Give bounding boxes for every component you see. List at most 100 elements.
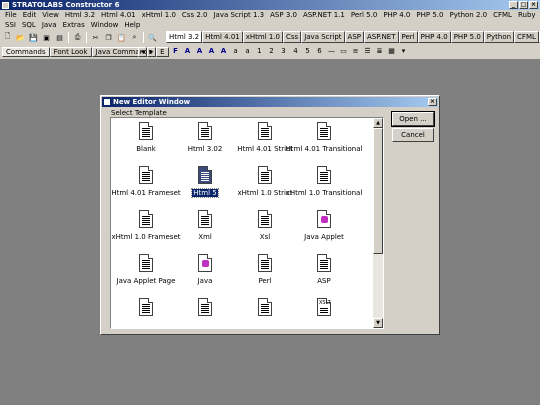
menu-item[interactable]: Css 2.0 bbox=[179, 10, 211, 20]
language-tab[interactable]: ASP.NET bbox=[363, 31, 399, 43]
new-editor-dialog: New Editor Window × Select Template Blan… bbox=[100, 95, 440, 335]
document-icon bbox=[317, 166, 331, 184]
font-bold-button[interactable]: A bbox=[206, 46, 217, 57]
template-label-text: Xml bbox=[198, 233, 212, 241]
align-justify-icon[interactable]: ≣ bbox=[374, 46, 385, 57]
heading-2-button[interactable]: 2 bbox=[266, 46, 277, 57]
new-file-icon[interactable]: 🗋 bbox=[2, 32, 13, 43]
template-item[interactable]: XSLT bbox=[289, 294, 359, 328]
menu-item[interactable]: xHtml 1.0 bbox=[139, 10, 179, 20]
list-icon[interactable]: ☰ bbox=[362, 46, 373, 57]
document-icon bbox=[258, 298, 272, 316]
template-item[interactable]: ASP bbox=[289, 250, 359, 292]
tab-scroll-left-icon[interactable]: ◀ bbox=[138, 47, 147, 57]
align-left-icon[interactable]: ≡ bbox=[350, 46, 361, 57]
menu-item[interactable]: ASP 3.0 bbox=[267, 10, 300, 20]
menu-item[interactable]: Extras bbox=[60, 20, 88, 30]
document-icon bbox=[139, 166, 153, 184]
menu-item[interactable]: Ruby bbox=[515, 10, 539, 20]
cancel-button[interactable]: Cancel bbox=[392, 128, 434, 142]
open-folder-icon[interactable]: 📂 bbox=[15, 32, 26, 43]
menu-item[interactable]: Help bbox=[121, 20, 143, 30]
superscript-button[interactable]: a bbox=[242, 46, 253, 57]
paragraph-icon[interactable]: ▭ bbox=[338, 46, 349, 57]
scroll-down-icon[interactable]: ▼ bbox=[373, 318, 383, 328]
document-icon bbox=[317, 254, 331, 272]
heading-5-button[interactable]: 5 bbox=[302, 46, 313, 57]
horizontal-rule-icon[interactable]: — bbox=[326, 46, 337, 57]
template-label-text: Html 4.01 Transitional bbox=[285, 145, 363, 153]
tab-scroll-right-icon[interactable]: ▶ bbox=[147, 47, 156, 57]
template-label-text: Html 5 bbox=[191, 188, 219, 198]
menu-item[interactable]: CFML bbox=[490, 10, 515, 20]
menu-item[interactable]: Python 2.0 bbox=[446, 10, 490, 20]
heading-6-button[interactable]: 6 bbox=[314, 46, 325, 57]
left-tab[interactable]: Commands bbox=[2, 47, 50, 57]
standard-toolbar: 🗋 📂 💾 ▣ ▤ ⎙ ✂ ❐ 📋 ⌕ 🔍 bbox=[2, 32, 158, 43]
save-all-icon[interactable]: ▣ bbox=[41, 32, 52, 43]
template-label: Java Applet bbox=[283, 233, 365, 241]
menu-item[interactable]: Edit bbox=[20, 10, 40, 20]
window-controls: _ □ × bbox=[509, 1, 538, 9]
font-color-button[interactable]: A bbox=[194, 46, 205, 57]
maximize-button[interactable]: □ bbox=[519, 1, 528, 9]
table-icon[interactable]: ▦ bbox=[386, 46, 397, 57]
document-icon bbox=[198, 298, 212, 316]
language-tab[interactable]: Java Script bbox=[301, 31, 345, 43]
save-icon[interactable]: 💾 bbox=[28, 32, 39, 43]
language-tab[interactable]: ASP bbox=[344, 31, 364, 43]
template-item[interactable]: Html 4.01 Transitional bbox=[286, 118, 362, 160]
menu-item[interactable]: Java bbox=[39, 20, 60, 30]
template-label-text: Blank bbox=[136, 145, 156, 153]
template-list[interactable]: Blank Html 3.02 Html 4.01 Strict Html 4.01 … bbox=[110, 117, 384, 329]
menu-item[interactable]: File bbox=[2, 10, 20, 20]
menu-item[interactable]: Java Script 1.3 bbox=[210, 10, 267, 20]
scroll-up-icon[interactable]: ▲ bbox=[373, 118, 383, 128]
language-tab[interactable]: Html 4.01 bbox=[202, 31, 243, 43]
heading-3-button[interactable]: 3 bbox=[278, 46, 289, 57]
font-italic-button[interactable]: A bbox=[218, 46, 229, 57]
heading-4-button[interactable]: 4 bbox=[290, 46, 301, 57]
menu-item[interactable]: PHP 4.0 bbox=[380, 10, 413, 20]
print-icon[interactable]: ⎙ bbox=[72, 32, 83, 43]
language-tab[interactable]: xHtml 1.0 bbox=[242, 31, 284, 43]
left-tab[interactable]: E bbox=[156, 47, 169, 57]
language-tab[interactable]: PHP 5.0 bbox=[450, 31, 484, 43]
chevron-down-icon[interactable]: ▾ bbox=[398, 46, 409, 57]
menu-item[interactable]: PHP 5.0 bbox=[413, 10, 446, 20]
left-tab[interactable]: Font Look bbox=[49, 47, 92, 57]
minimize-button[interactable]: _ bbox=[509, 1, 518, 9]
menu-item[interactable]: SQL bbox=[19, 20, 39, 30]
menu-item[interactable]: Perl 5.0 bbox=[348, 10, 380, 20]
open-button[interactable]: Open ... bbox=[391, 111, 435, 127]
language-tab[interactable]: Perl bbox=[398, 31, 418, 43]
close-file-icon[interactable]: ▤ bbox=[54, 32, 65, 43]
menu-item[interactable]: Html 4.01 bbox=[98, 10, 139, 20]
language-tab[interactable]: PHP 4.0 bbox=[417, 31, 451, 43]
language-tab[interactable]: Python bbox=[483, 31, 515, 43]
dialog-close-button[interactable]: × bbox=[428, 98, 437, 106]
find-replace-icon[interactable]: ⌕ bbox=[129, 32, 140, 43]
language-tab[interactable]: CFML bbox=[514, 31, 539, 43]
menu-item[interactable]: Html 3.2 bbox=[62, 10, 98, 20]
paste-icon[interactable]: 📋 bbox=[116, 32, 127, 43]
template-scrollbar[interactable]: ▲ ▼ bbox=[373, 118, 383, 328]
menu-item[interactable]: ASP.NET 1.1 bbox=[300, 10, 348, 20]
template-item[interactable]: xHtml 1.0 Transitional bbox=[286, 162, 362, 204]
search-icon[interactable]: 🔍 bbox=[147, 32, 158, 43]
language-tab[interactable]: Css bbox=[283, 31, 302, 43]
cut-icon[interactable]: ✂ bbox=[90, 32, 101, 43]
menu-item[interactable]: View bbox=[39, 10, 62, 20]
scroll-thumb[interactable] bbox=[373, 128, 383, 254]
font-size-button[interactable]: A bbox=[182, 46, 193, 57]
menu-item[interactable]: Window bbox=[88, 20, 122, 30]
close-button[interactable]: × bbox=[529, 1, 538, 9]
heading-1-button[interactable]: 1 bbox=[254, 46, 265, 57]
language-tab[interactable]: Html 3.2 bbox=[166, 31, 203, 43]
app-title: STRATOLABS Constructor 6 bbox=[12, 1, 120, 9]
template-item[interactable]: Java Applet bbox=[289, 206, 359, 248]
font-button[interactable]: F bbox=[170, 46, 181, 57]
subscript-button[interactable]: a bbox=[230, 46, 241, 57]
copy-icon[interactable]: ❐ bbox=[103, 32, 114, 43]
menu-item[interactable]: SSI bbox=[2, 20, 19, 30]
